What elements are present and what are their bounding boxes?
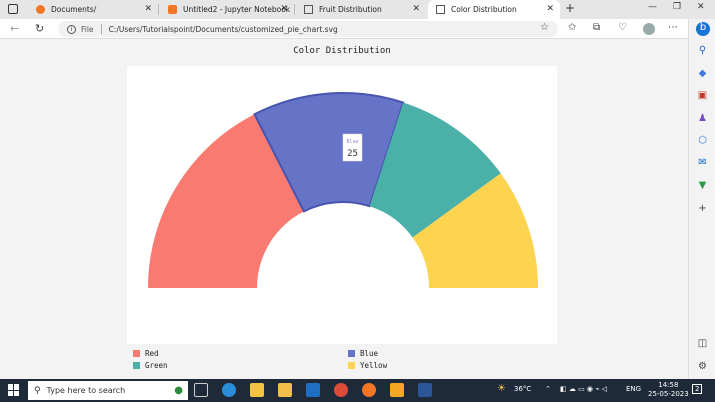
legend-item-green[interactable]: Green bbox=[133, 361, 168, 370]
outlook-icon[interactable]: ✉ bbox=[696, 157, 709, 169]
jupyter-icon[interactable] bbox=[362, 383, 376, 397]
jupyter-icon bbox=[36, 5, 45, 14]
word-icon[interactable] bbox=[418, 383, 432, 397]
profile-avatar[interactable] bbox=[643, 23, 655, 35]
half-donut-chart: Blue 25 bbox=[148, 92, 538, 288]
file-explorer-icon[interactable] bbox=[278, 383, 292, 397]
tooltip-label: Blue bbox=[346, 139, 358, 145]
legend-item-yellow[interactable]: Yellow bbox=[348, 361, 387, 370]
tab-color-distribution[interactable]: Color Distribution ✕ bbox=[428, 0, 560, 19]
tab-label: Fruit Distribution bbox=[319, 5, 382, 14]
copilot-icon[interactable]: b bbox=[696, 22, 710, 36]
settings-icon[interactable]: ⚙ bbox=[696, 361, 709, 373]
search-placeholder: Type here to search bbox=[46, 386, 126, 395]
favorite-icon[interactable]: ☆ bbox=[540, 22, 549, 33]
page-title: Color Distribution bbox=[293, 46, 391, 56]
add-icon[interactable]: + bbox=[696, 203, 709, 215]
collections-icon[interactable]: ⧉ bbox=[593, 22, 600, 33]
taskbar-search[interactable]: ⚲ Type here to search ● bbox=[28, 381, 188, 400]
close-icon[interactable]: ✕ bbox=[280, 4, 288, 14]
legend-swatch bbox=[133, 350, 140, 357]
legend-swatch bbox=[348, 350, 355, 357]
office-icon[interactable]: ⬡ bbox=[696, 135, 709, 147]
weather-icon: ☀ bbox=[497, 383, 506, 394]
close-icon[interactable]: ✕ bbox=[546, 4, 554, 14]
search-icon[interactable]: ⚲ bbox=[696, 45, 709, 57]
file-icon bbox=[436, 5, 445, 14]
more-options-icon[interactable]: ⋯ bbox=[668, 22, 678, 33]
edge-icon[interactable] bbox=[222, 383, 236, 397]
scheme-label: File bbox=[81, 24, 94, 34]
legend-item-blue[interactable]: Blue bbox=[348, 349, 378, 358]
chart-tooltip: Blue 25 bbox=[342, 133, 363, 162]
close-window-icon[interactable]: ✕ bbox=[697, 2, 705, 12]
search-icon: ⚲ bbox=[34, 385, 41, 396]
globe-icon: ● bbox=[174, 385, 183, 396]
tab-jupyter-notebook[interactable]: Untitled2 - Jupyter Notebook ✕ bbox=[160, 0, 295, 19]
tab-label: Documents/ bbox=[51, 5, 97, 14]
close-icon[interactable]: ✕ bbox=[412, 4, 420, 14]
games-icon[interactable]: ♟ bbox=[696, 113, 709, 125]
tab-label: Color Distribution bbox=[451, 5, 517, 14]
notification-badge[interactable]: 2 bbox=[692, 384, 703, 394]
windows-start-icon[interactable] bbox=[8, 384, 20, 396]
language-indicator[interactable]: ENG bbox=[626, 385, 641, 393]
temperature[interactable]: 36°C bbox=[514, 385, 531, 393]
tab-fruit-distribution[interactable]: Fruit Distribution ✕ bbox=[296, 0, 426, 19]
chrome-icon[interactable] bbox=[334, 383, 348, 397]
address-bar-row: ← ↻ i File C:/Users/Tutorialspoint/Docum… bbox=[0, 19, 715, 39]
edge-sidebar: b ⚲ ◆ ▣ ♟ ⬡ ✉ ▼ + ◫ ⚙ bbox=[688, 19, 715, 379]
windows-taskbar: ⚲ Type here to search ● ☀ 36°C ⌃ ◧ ☁ ▭ ◉… bbox=[0, 379, 715, 402]
clock[interactable]: 14:58 25-05-2023 bbox=[648, 381, 689, 399]
shopping-icon[interactable]: ◆ bbox=[696, 68, 709, 80]
jupyter-icon bbox=[168, 5, 177, 14]
time: 14:58 bbox=[658, 381, 679, 389]
tools-icon[interactable]: ▣ bbox=[696, 90, 709, 102]
info-icon[interactable]: i bbox=[67, 24, 76, 34]
back-icon[interactable]: ← bbox=[10, 22, 19, 35]
legend-label: Green bbox=[145, 361, 168, 370]
tab-label: Untitled2 - Jupyter Notebook bbox=[183, 5, 291, 14]
tab-documents[interactable]: Documents/ ✕ bbox=[28, 0, 159, 19]
window-menu-icon[interactable] bbox=[8, 4, 18, 14]
legend-item-red[interactable]: Red bbox=[133, 349, 159, 358]
maximize-icon[interactable]: ❐ bbox=[673, 2, 681, 12]
minimize-icon[interactable]: — bbox=[648, 2, 657, 12]
legend-swatch bbox=[348, 362, 355, 369]
new-tab-icon[interactable]: + bbox=[565, 1, 575, 15]
url-text[interactable]: C:/Users/Tutorialspoint/Documents/custom… bbox=[109, 25, 338, 34]
file-icon bbox=[304, 5, 313, 14]
refresh-icon[interactable]: ↻ bbox=[35, 22, 44, 35]
tooltip-value: 25 bbox=[347, 149, 358, 159]
chevron-up-icon[interactable]: ⌃ bbox=[545, 385, 551, 393]
chart-legend: Red Blue Green Yellow bbox=[127, 346, 557, 376]
task-view-icon[interactable] bbox=[194, 383, 208, 397]
browser-essentials-icon[interactable]: ♡ bbox=[618, 22, 627, 33]
legend-swatch bbox=[133, 362, 140, 369]
sublime-text-icon[interactable] bbox=[390, 383, 404, 397]
chart-area: Blue 25 bbox=[127, 66, 557, 344]
drop-icon[interactable]: ▼ bbox=[696, 180, 709, 192]
legend-label: Red bbox=[145, 349, 159, 358]
mail-icon[interactable] bbox=[306, 383, 320, 397]
tray-icons[interactable]: ◧ ☁ ▭ ◉ ⌁ ◁ bbox=[560, 385, 607, 393]
hide-sidebar-icon[interactable]: ◫ bbox=[696, 338, 709, 350]
address-bar[interactable]: i File C:/Users/Tutorialspoint/Documents… bbox=[58, 21, 558, 37]
tab-bar: Documents/ ✕ Untitled2 - Jupyter Noteboo… bbox=[0, 0, 715, 19]
store-icon[interactable] bbox=[250, 383, 264, 397]
date: 25-05-2023 bbox=[648, 390, 689, 398]
page-content: Color Distribution Blue 25 Red Blue Gree… bbox=[0, 40, 687, 378]
favorites-icon[interactable]: ✩ bbox=[568, 22, 576, 33]
legend-label: Blue bbox=[360, 349, 379, 358]
legend-label: Yellow bbox=[360, 361, 388, 370]
close-icon[interactable]: ✕ bbox=[144, 4, 152, 14]
